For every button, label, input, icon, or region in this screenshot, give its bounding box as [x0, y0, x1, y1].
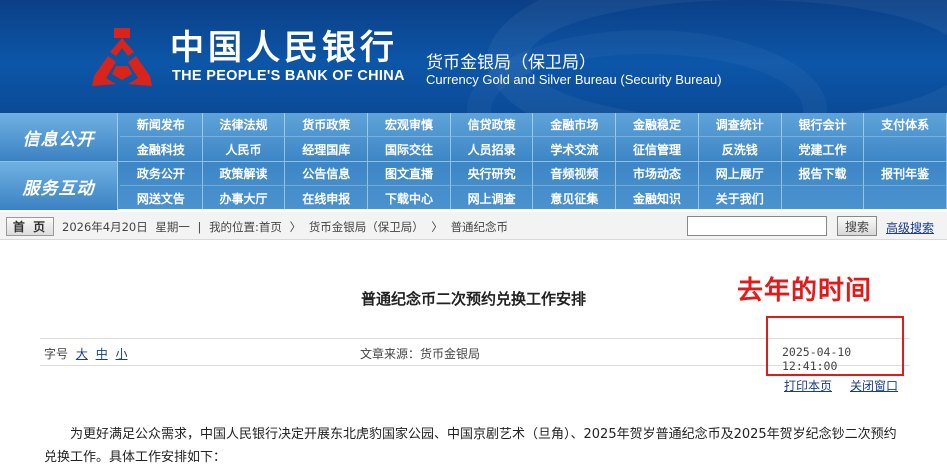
- nav-group-label[interactable]: 信息公开: [0, 113, 118, 161]
- print-link[interactable]: 打印本页: [784, 377, 832, 394]
- article-paragraph: 为更好满足公众需求，中国人民银行决定开展东北虎豹国家公园、中国京剧艺术（旦角）、…: [44, 427, 897, 465]
- brand-name-cn: 中国人民银行: [170, 28, 398, 68]
- highlight-box: [766, 316, 904, 376]
- nav-item[interactable]: 办事大厅: [203, 186, 286, 210]
- nav-item[interactable]: 征信管理: [616, 137, 699, 161]
- nav-item[interactable]: 报告下载: [781, 162, 865, 186]
- breadcrumb-bureau[interactable]: 货币金银局（保卫局）: [309, 220, 424, 234]
- nav-grid: 新闻发布 法律法规 货币政策 宏观审慎 信贷政策 金融市场 金融稳定 调查统计 银行会计 支付体系…: [120, 113, 947, 161]
- brand-name-en: THE PEOPLE'S BANK OF CHINA: [172, 68, 405, 84]
- nav-item: [782, 186, 865, 210]
- nav-item[interactable]: 市场动态: [616, 162, 699, 186]
- nav-item[interactable]: 公告信息: [285, 162, 369, 186]
- nav-item[interactable]: 银行会计: [781, 113, 865, 137]
- current-date: 2026年4月20日: [62, 220, 148, 234]
- nav-item[interactable]: 政务公开: [120, 162, 203, 186]
- font-size-label: 字号: [44, 347, 69, 361]
- font-medium-link[interactable]: 中: [96, 347, 108, 361]
- pboc-logo-icon[interactable]: [86, 26, 158, 90]
- article-source: 文章来源：货币金银局: [360, 347, 481, 361]
- nav-item[interactable]: 信贷政策: [450, 113, 534, 137]
- nav-item[interactable]: 图文直播: [368, 162, 451, 186]
- breadcrumb: 2026年4月20日 星期一 | 我的位置:首页 〉 货币金银局（保卫局） 〉 …: [62, 219, 512, 235]
- font-large-link[interactable]: 大: [76, 347, 88, 361]
- nav-item[interactable]: 宏观审慎: [368, 113, 451, 137]
- nav-item[interactable]: 政策解读: [202, 162, 286, 186]
- font-small-link[interactable]: 小: [116, 347, 128, 361]
- nav-item[interactable]: 网上调查: [451, 186, 534, 210]
- nav-item[interactable]: 金融稳定: [616, 113, 699, 137]
- nav-item[interactable]: 新闻发布: [120, 113, 203, 137]
- nav-item[interactable]: 经理国库: [285, 137, 369, 161]
- separator: |: [197, 220, 202, 234]
- nav-item[interactable]: 金融知识: [616, 186, 699, 210]
- nav-group-service: 服务互动 政务公开 政策解读 公告信息 图文直播 央行研究 音频视频 市场动态 网上展厅 报告下…: [0, 161, 947, 210]
- bureau-name-cn: 货币金银局（保卫局）: [426, 53, 596, 73]
- bureau-name-en: Currency Gold and Silver Bureau (Securit…: [426, 72, 722, 87]
- article-content: 普通纪念币二次预约兑换工作安排 去年的时间 字号 大 中 小 文章来源：货币金银…: [0, 252, 947, 476]
- nav-item: [864, 137, 947, 161]
- nav-item[interactable]: 党建工作: [782, 137, 865, 161]
- nav-item[interactable]: 调查统计: [698, 113, 782, 137]
- site-header: 中国人民银行 THE PEOPLE'S BANK OF CHINA 货币金银局（…: [0, 0, 947, 113]
- nav-item[interactable]: 学术交流: [533, 137, 617, 161]
- nav-item[interactable]: 关于我们: [699, 186, 782, 210]
- nav-item[interactable]: 在线申报: [285, 186, 369, 210]
- current-weekday: 星期一: [155, 220, 190, 234]
- nav-item[interactable]: 网送文告: [120, 186, 203, 210]
- breadcrumb-current[interactable]: 普通纪念币: [451, 220, 509, 234]
- nav-item[interactable]: 反洗钱: [699, 137, 782, 161]
- nav-group-info: 信息公开 新闻发布 法律法规 货币政策 宏观审慎 信贷政策 金融市场 金融稳定 调查统计 银行会…: [0, 113, 947, 161]
- nav-item[interactable]: 金融市场: [533, 113, 617, 137]
- advanced-search-link[interactable]: 高级搜索: [886, 219, 934, 236]
- home-button[interactable]: 首 页: [6, 217, 54, 236]
- annotation-label: 去年的时间: [737, 276, 873, 306]
- breadcrumb-arrow-icon: 〉: [289, 220, 302, 234]
- nav-item[interactable]: 支付体系: [864, 113, 947, 137]
- nav-item[interactable]: 人民币: [203, 137, 286, 161]
- nav-item[interactable]: 央行研究: [450, 162, 534, 186]
- nav-item[interactable]: 报刊年鉴: [864, 162, 947, 186]
- nav-item[interactable]: 金融科技: [120, 137, 203, 161]
- nav-item[interactable]: 意见征集: [533, 186, 617, 210]
- close-window-link[interactable]: 关闭窗口: [850, 377, 898, 394]
- breadcrumb-arrow-icon: 〉: [431, 220, 443, 234]
- font-size-control: 字号 大 中 小: [44, 345, 128, 362]
- nav-item[interactable]: 人员招录: [451, 137, 534, 161]
- search-input[interactable]: [687, 216, 827, 236]
- search-button[interactable]: 搜索: [837, 216, 877, 236]
- nav-item[interactable]: 网上展厅: [698, 162, 782, 186]
- nav-grid: 政务公开 政策解读 公告信息 图文直播 央行研究 音频视频 市场动态 网上展厅 报告下载 报刊年鉴…: [120, 162, 947, 210]
- nav-item[interactable]: 货币政策: [285, 113, 369, 137]
- nav-item[interactable]: 音频视频: [533, 162, 617, 186]
- nav-item[interactable]: 下载中心: [368, 186, 451, 210]
- nav-item[interactable]: 法律法规: [202, 113, 286, 137]
- main-nav: 信息公开 新闻发布 法律法规 货币政策 宏观审慎 信贷政策 金融市场 金融稳定 调查统计 银行会…: [0, 113, 947, 210]
- nav-item: [864, 186, 947, 210]
- breadcrumb-home[interactable]: 我的位置:首页: [209, 220, 282, 234]
- nav-group-label[interactable]: 服务互动: [0, 162, 118, 210]
- location-bar: 首 页 2026年4月20日 星期一 | 我的位置:首页 〉 货币金银局（保卫局…: [0, 212, 947, 240]
- nav-item[interactable]: 国际交往: [368, 137, 451, 161]
